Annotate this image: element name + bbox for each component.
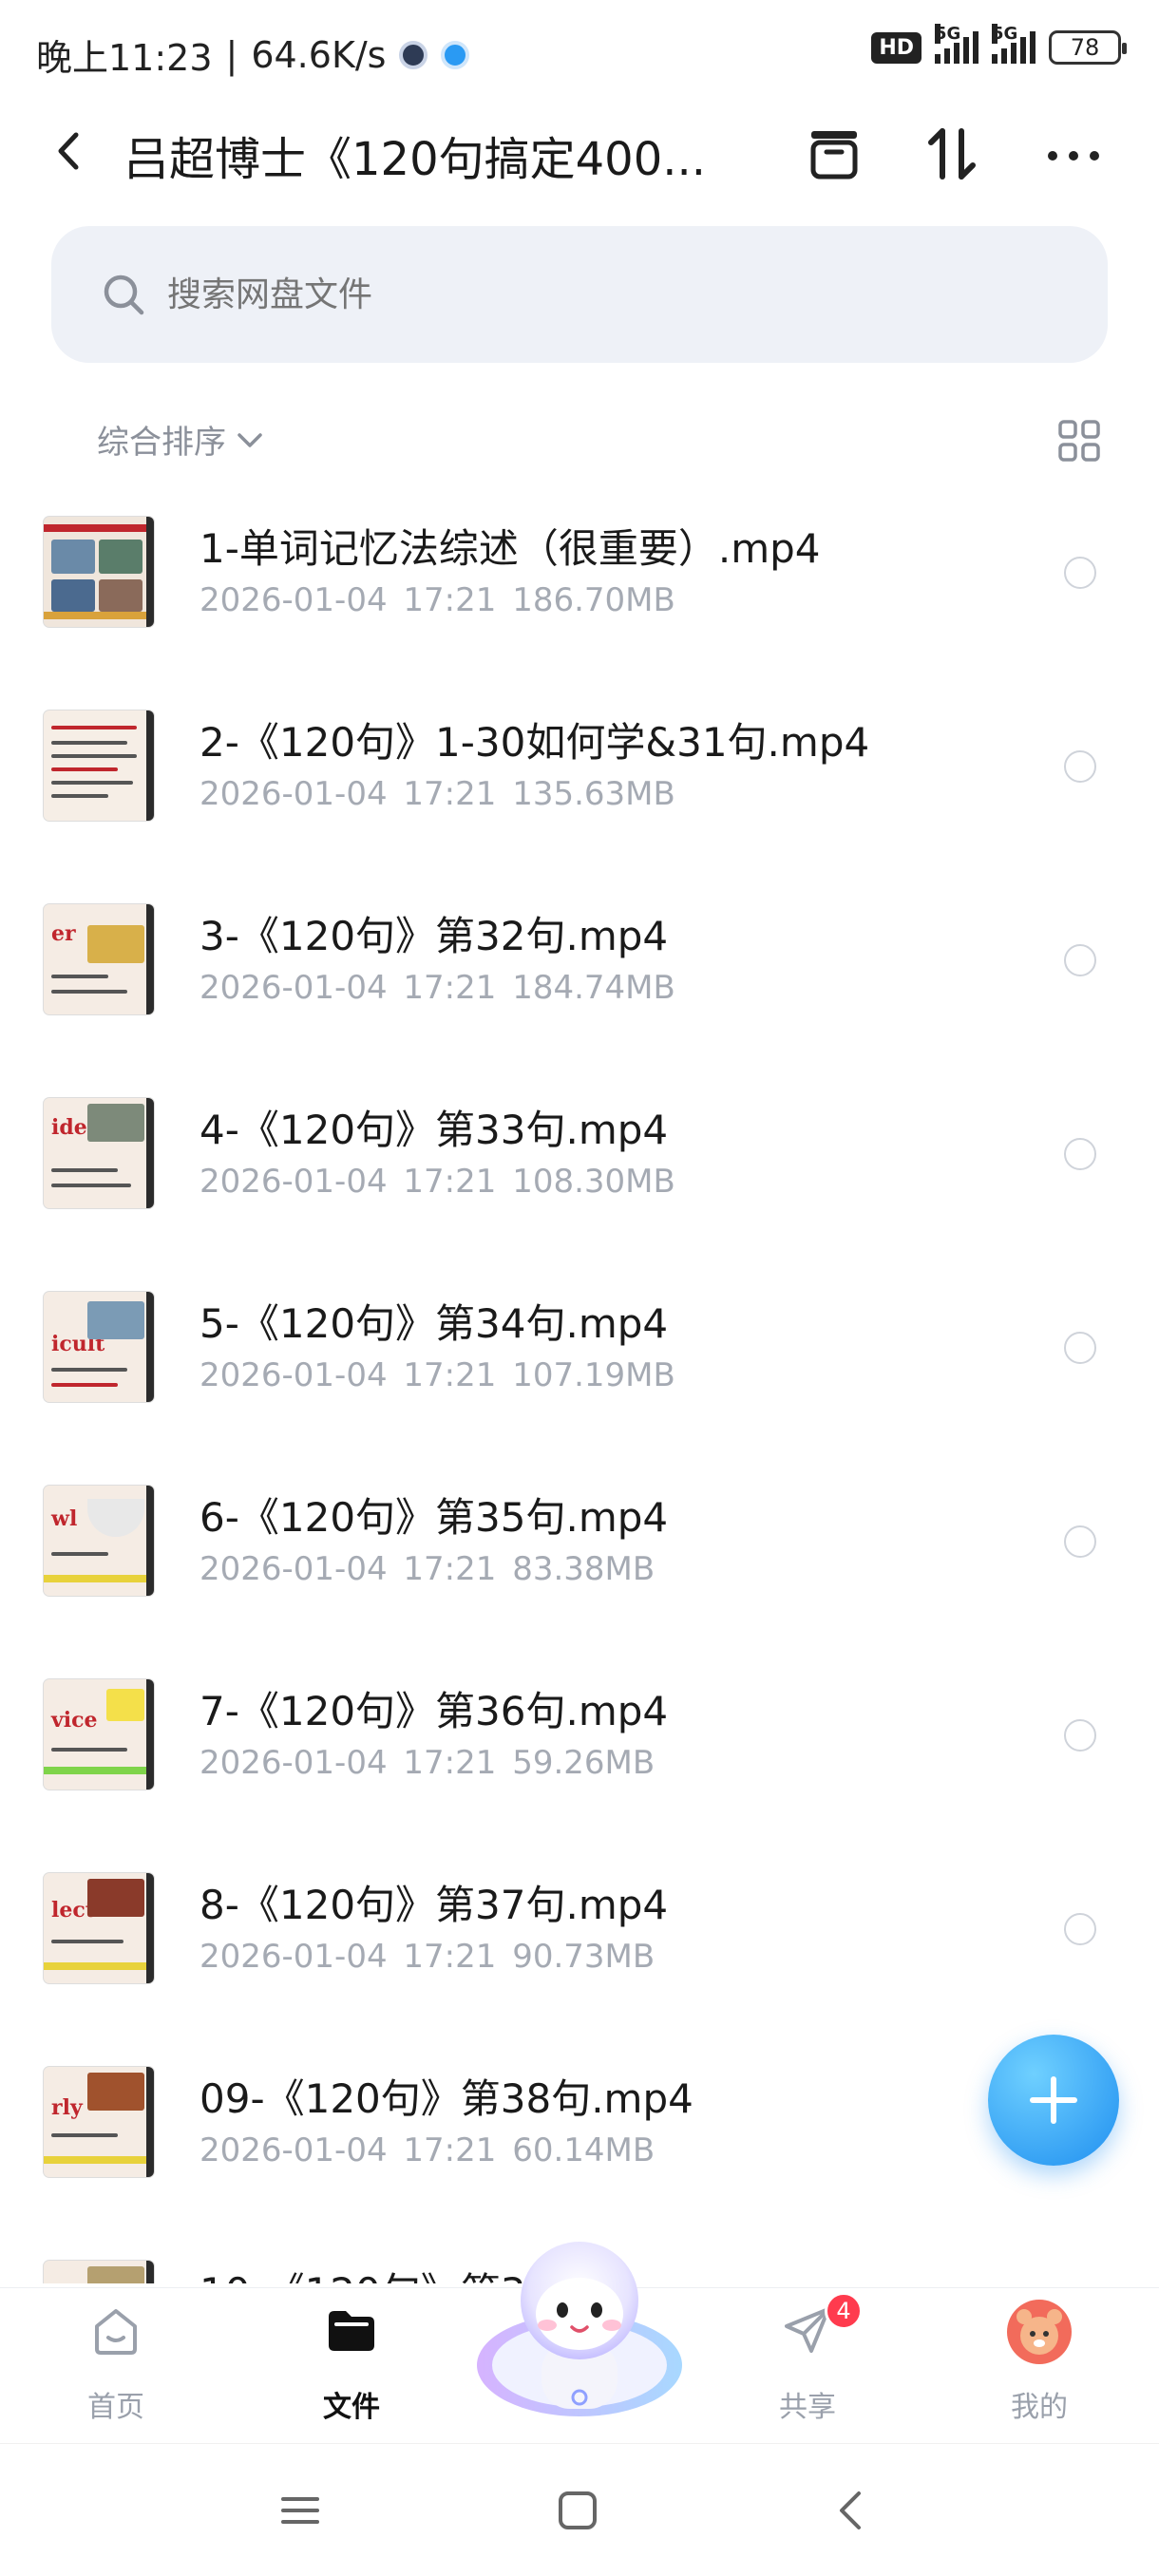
select-radio[interactable] (1064, 557, 1096, 589)
search-bar[interactable] (51, 226, 1108, 363)
grid-view-icon[interactable] (1056, 418, 1102, 464)
video-thumbnail: rly (44, 2067, 154, 2177)
sort-label: 综合排序 (97, 424, 226, 462)
video-thumbnail: wl (44, 1486, 154, 1596)
signal-label-2: 5G (992, 24, 1018, 44)
nav-share[interactable]: 4 共享 (732, 2288, 884, 2444)
status-right: HD 5G 5G 78 (871, 24, 1127, 65)
file-meta: 2026-01-04 17:21 108.30MB (200, 1163, 675, 1201)
file-row[interactable]: wl 6-《120句》第35句.mp4 2026-01-04 17:21 83.… (0, 1467, 1159, 1660)
more-dots-icon[interactable] (1043, 123, 1104, 184)
add-button[interactable] (988, 2035, 1119, 2166)
back-triangle-icon[interactable] (823, 2482, 880, 2539)
file-meta: 2026-01-04 17:21 90.73MB (200, 1938, 656, 1976)
signal-icon-1: 5G (935, 24, 978, 64)
search-icon (104, 275, 144, 315)
file-name: 5-《120句》第34句.mp4 (200, 1300, 669, 1347)
file-row[interactable]: ident 4-《120句》第33句.mp4 2026-01-04 17:21 … (0, 1079, 1159, 1273)
notification-badge: 4 (825, 2292, 863, 2330)
separator: | (225, 33, 238, 76)
status-bar: 晚上11:23 | 64.6K/s HD 5G 5G 78 (0, 0, 1159, 103)
file-row[interactable]: er 3-《120句》第32句.mp4 2026-01-04 17:21 184… (0, 885, 1159, 1079)
thumbnail-text: vice (51, 1708, 98, 1733)
nav-share-label: 共享 (779, 2391, 836, 2424)
plus-icon (1030, 2076, 1077, 2124)
menu-icon[interactable] (272, 2482, 329, 2539)
file-name: 3-《120句》第32句.mp4 (200, 913, 669, 959)
nav-profile-label: 我的 (1011, 2391, 1068, 2424)
status-left: 晚上11:23 | 64.6K/s (36, 28, 470, 81)
file-meta: 2026-01-04 17:21 107.19MB (200, 1356, 675, 1394)
select-radio[interactable] (1064, 944, 1096, 976)
file-name: 4-《120句》第33句.mp4 (200, 1107, 669, 1153)
folder-title: 吕超博士《120句搞定400... (124, 133, 707, 186)
video-thumbnail (44, 2261, 154, 2283)
upload-notification-icon (441, 40, 470, 69)
video-thumbnail (44, 710, 154, 821)
video-thumbnail: er (44, 904, 154, 1014)
file-meta: 2026-01-04 17:21 186.70MB (200, 581, 675, 619)
video-thumbnail: vice (44, 1679, 154, 1790)
file-name: 7-《120句》第36句.mp4 (200, 1688, 669, 1734)
chevron-left-icon[interactable] (48, 129, 91, 173)
sort-dropdown[interactable]: 综合排序 (97, 416, 266, 463)
file-meta: 2026-01-04 17:21 60.14MB (200, 2131, 656, 2169)
select-radio[interactable] (1064, 1138, 1096, 1170)
app-notification-icon (399, 40, 428, 69)
clock: 晚上11:23 (36, 37, 213, 79)
file-row[interactable]: 2-《120句》1-30如何学&31句.mp4 2026-01-04 17:21… (0, 691, 1159, 885)
archive-box-icon[interactable] (804, 123, 864, 184)
battery-icon: 78 (1049, 30, 1127, 65)
file-meta: 2026-01-04 17:21 184.74MB (200, 969, 675, 1007)
folder-icon (329, 2311, 374, 2351)
chevron-down-icon (238, 432, 262, 447)
video-thumbnail (44, 517, 154, 627)
home-square-icon[interactable] (549, 2482, 606, 2539)
file-row[interactable]: vice 7-《120句》第36句.mp4 2026-01-04 17:21 5… (0, 1660, 1159, 1854)
nav-files-label: 文件 (323, 2391, 380, 2424)
nav-files[interactable]: 文件 (276, 2288, 428, 2444)
battery-level: 78 (1070, 34, 1100, 61)
search-input[interactable] (167, 275, 927, 314)
sort-arrows-icon[interactable] (922, 123, 982, 184)
file-row[interactable]: icult 5-《120句》第34句.mp4 2026-01-04 17:21 … (0, 1273, 1159, 1467)
hd-voice-icon: HD (871, 31, 922, 64)
file-name: 1-单词记忆法综述（很重要）.mp4 (200, 525, 821, 572)
network-speed: 64.6K/s (251, 33, 387, 76)
system-navigation (0, 2443, 1159, 2576)
file-name: 2-《120句》1-30如何学&31句.mp4 (200, 719, 870, 766)
file-row[interactable]: lect 8-《120句》第37句.mp4 2026-01-04 17:21 9… (0, 1854, 1159, 2048)
select-radio[interactable] (1064, 1913, 1096, 1945)
avatar-icon (1007, 2300, 1072, 2364)
nav-profile[interactable]: 我的 (963, 2288, 1115, 2444)
signal-icon-2: 5G (992, 24, 1036, 64)
thumbnail-text: er (51, 921, 76, 946)
video-thumbnail: lect (44, 1873, 154, 1983)
select-radio[interactable] (1064, 1332, 1096, 1364)
nav-home-label: 首页 (87, 2391, 144, 2424)
home-icon (95, 2309, 137, 2355)
file-name: 6-《120句》第35句.mp4 (200, 1494, 669, 1541)
select-radio[interactable] (1064, 750, 1096, 783)
select-radio[interactable] (1064, 1719, 1096, 1752)
video-thumbnail: icult (44, 1292, 154, 1402)
thumbnail-text: rly (51, 2095, 83, 2120)
file-name: 09-《120句》第38句.mp4 (200, 2075, 694, 2122)
video-thumbnail: ident (44, 1098, 154, 1208)
header-bar: 吕超博士《120句搞定400... (0, 114, 1159, 190)
file-meta: 2026-01-04 17:21 59.26MB (200, 1744, 656, 1782)
file-browser-screen: 晚上11:23 | 64.6K/s HD 5G 5G 78 吕超博士《120句搞… (0, 0, 1159, 2576)
signal-label-1: 5G (935, 24, 961, 44)
file-name: 8-《120句》第37句.mp4 (200, 1882, 669, 1928)
thumbnail-text: wl (51, 1506, 78, 1531)
file-list: 1-单词记忆法综述（很重要）.mp4 2026-01-04 17:21 186.… (0, 498, 1159, 2283)
select-radio[interactable] (1064, 1525, 1096, 1558)
mascot-assistant-icon[interactable] (469, 2223, 690, 2422)
file-meta: 2026-01-04 17:21 83.38MB (200, 1550, 656, 1588)
file-row[interactable]: 1-单词记忆法综述（很重要）.mp4 2026-01-04 17:21 186.… (0, 498, 1159, 691)
nav-home[interactable]: 首页 (40, 2288, 192, 2444)
file-row[interactable]: rly 09-《120句》第38句.mp4 2026-01-04 17:21 6… (0, 2048, 1159, 2242)
file-meta: 2026-01-04 17:21 135.63MB (200, 775, 675, 813)
